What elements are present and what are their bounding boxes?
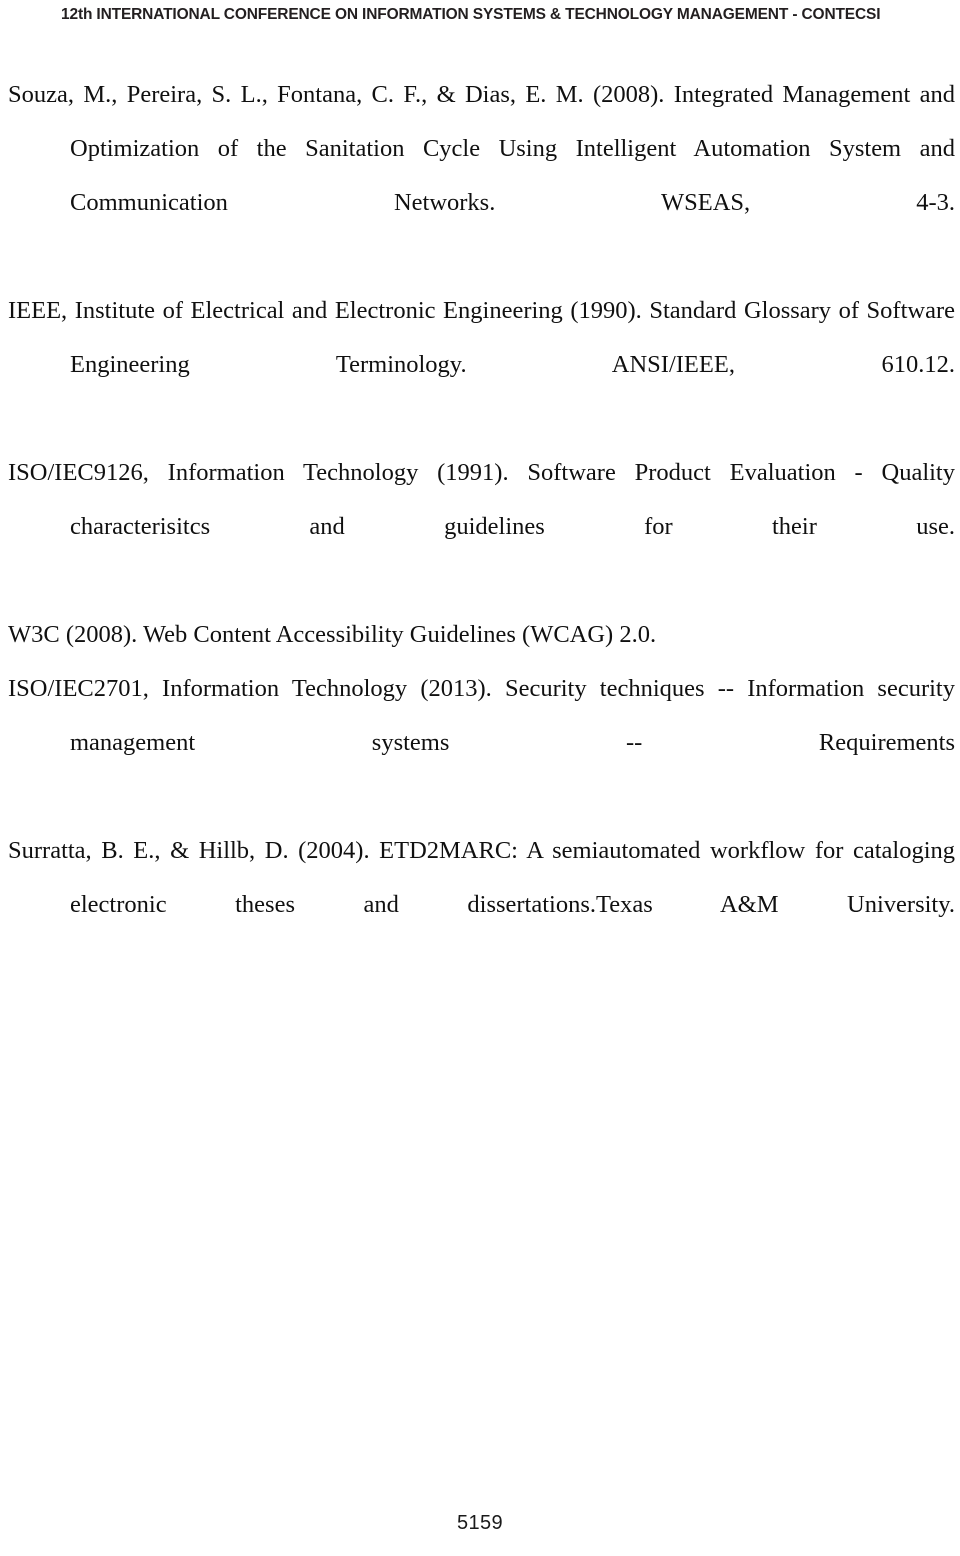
reference-entry-w3c-2008: W3C (2008). Web Content Accessibility Gu… (8, 621, 657, 648)
reference-entry-souza-2008: Souza, M., Pereira, S. L., Fontana, C. F… (8, 81, 955, 216)
page-number: 5159 (456, 1512, 504, 1534)
reference-entry-iso-iec-9126-1991: ISO/IEC9126, Information Technology (199… (8, 459, 955, 540)
document-page: 12th INTERNATIONAL CONFERENCE ON INFORMA… (0, 0, 960, 1556)
reference-entry-iso-iec-2701-2013: ISO/IEC2701, Information Technology (201… (8, 675, 955, 756)
running-header: 12th INTERNATIONAL CONFERENCE ON INFORMA… (61, 6, 881, 23)
reference-entry-ieee-1990: IEEE, Institute of Electrical and Electr… (8, 297, 955, 378)
reference-entry-surratta-2004: Surratta, B. E., & Hillb, D. (2004). ETD… (8, 837, 955, 918)
reference-list: Souza, M., Pereira, S. L., Fontana, C. F… (8, 68, 955, 986)
